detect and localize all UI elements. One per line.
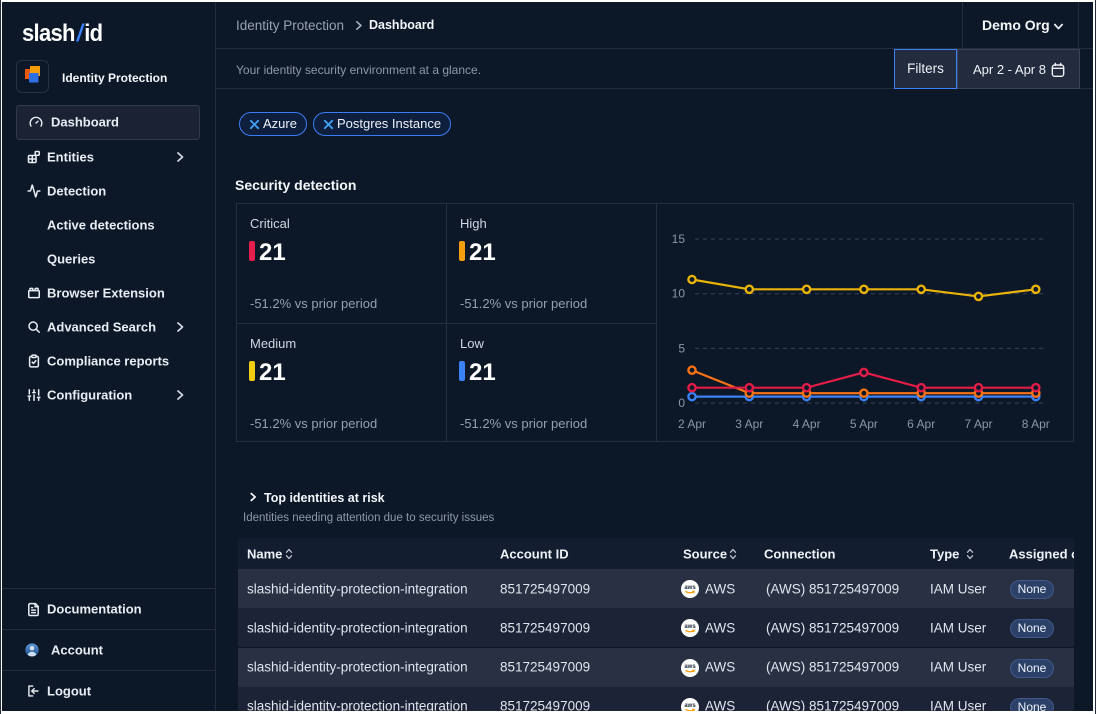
svg-text:5: 5: [678, 341, 685, 355]
svg-text:aws: aws: [684, 664, 696, 670]
svg-text:aws: aws: [684, 703, 696, 709]
svg-text:0: 0: [678, 396, 685, 410]
svg-text:3 Apr: 3 Apr: [735, 417, 763, 431]
svg-text:aws: aws: [684, 585, 696, 591]
svg-text:5 Apr: 5 Apr: [850, 417, 878, 431]
svg-text:7 Apr: 7 Apr: [964, 417, 992, 431]
svg-text:2 Apr: 2 Apr: [678, 417, 706, 431]
svg-text:aws: aws: [684, 624, 696, 630]
svg-text:15: 15: [672, 232, 686, 246]
svg-text:4 Apr: 4 Apr: [793, 417, 821, 431]
svg-text:10: 10: [672, 287, 686, 301]
svg-text:8 Apr: 8 Apr: [1022, 417, 1050, 431]
svg-text:6 Apr: 6 Apr: [907, 417, 935, 431]
